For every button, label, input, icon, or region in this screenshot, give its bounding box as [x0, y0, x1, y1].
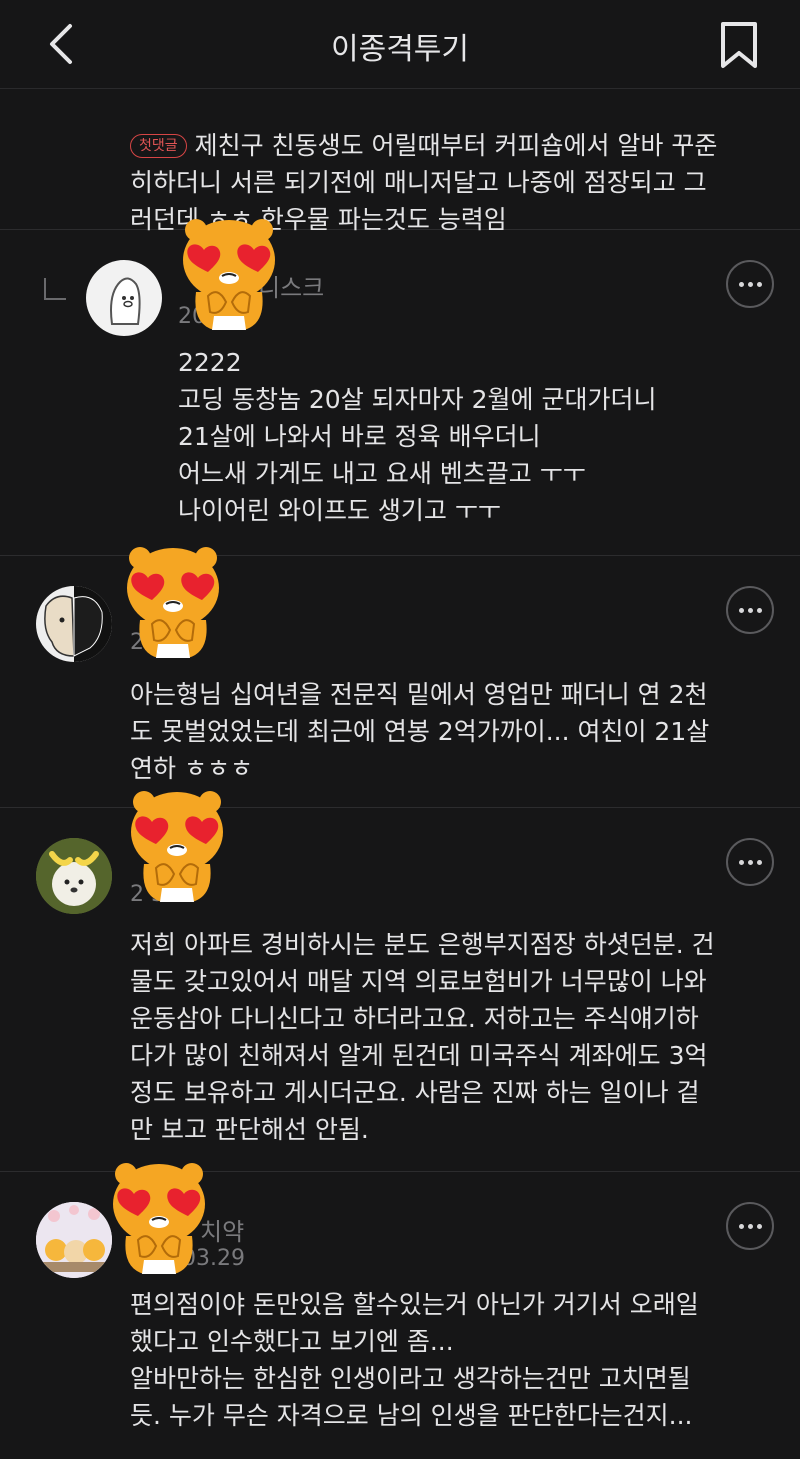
first-comment-badge: 첫댓글 [130, 134, 187, 158]
heart-eyes-lion-sticker [182, 218, 276, 331]
comment-reply: 니스크 20 .29 2222 고딩 동창놈 20살 되자마자 2월에 군대가더… [0, 230, 800, 556]
page-title: 이종격투기 [331, 32, 469, 67]
avatar[interactable] [36, 1202, 112, 1278]
avatar[interactable] [86, 260, 162, 336]
app-header: 이종격투기 [0, 0, 800, 89]
comment: 2 3.29 저희 아파트 경비하시는 분도 은행부지점장 하셧던분. 건 물도… [0, 808, 800, 1172]
avatar[interactable] [36, 586, 112, 662]
comment-body: 저희 아파트 경비하시는 분도 은행부지점장 하셧던분. 건 물도 갖고있어서 … [130, 930, 715, 1144]
comment-body: 아는형님 십여년을 전문직 밑에서 영업만 패더니 연 2천 도 못벌었었는데 … [130, 680, 710, 783]
more-options-button[interactable] [726, 586, 774, 634]
more-options-button[interactable] [726, 838, 774, 886]
comment-body: 2222 고딩 동창놈 20살 되자마자 2월에 군대가더니 21살에 나와서 … [178, 348, 657, 525]
heart-eyes-lion-sticker [130, 790, 224, 903]
bookmark-icon[interactable] [718, 20, 760, 70]
heart-eyes-lion-sticker [112, 1162, 206, 1275]
avatar[interactable] [36, 838, 112, 914]
comment-first: 첫댓글 제친구 친동생도 어릴때부터 커피숍에서 알바 꾸준 히하더니 서른 되기… [0, 88, 800, 234]
more-options-button[interactable] [726, 260, 774, 308]
comment-body: 편의점이야 돈만있음 할수있는거 아닌가 거기서 오래일 했다고 인수했다고 보… [130, 1290, 699, 1430]
more-options-button[interactable] [726, 1202, 774, 1250]
reply-arrow-icon [44, 278, 66, 300]
heart-eyes-lion-sticker [126, 546, 220, 659]
